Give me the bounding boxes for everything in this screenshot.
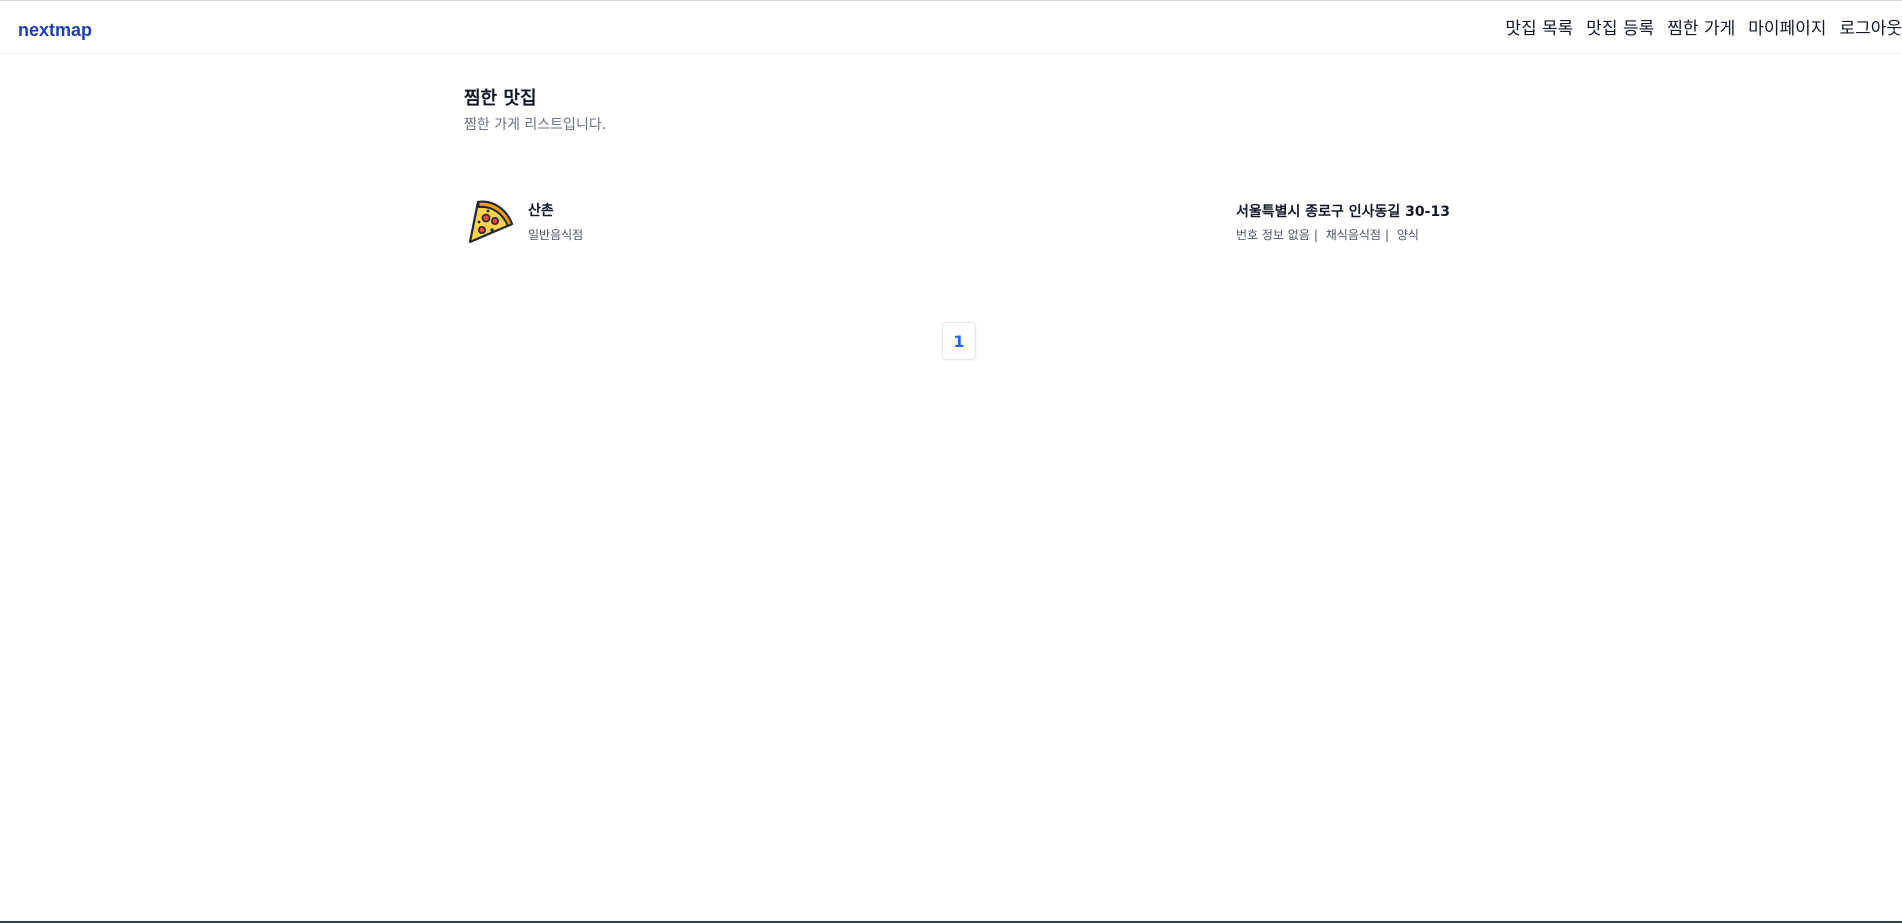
pizza-icon — [468, 200, 514, 244]
store-name: 산촌 — [528, 203, 554, 219]
nav-item-mypage[interactable]: 마이페이지 — [1748, 18, 1826, 40]
nav-item-liked-stores[interactable]: 찜한 가게 — [1667, 18, 1735, 40]
page-button-1[interactable]: 1 — [942, 322, 976, 360]
navbar: nextmap 맛집 목록 맛집 등록 찜한 가게 마이페이지 로그아웃 — [0, 1, 1902, 54]
separator: | — [1313, 228, 1318, 242]
logo[interactable]: nextmap — [18, 19, 92, 41]
page-subtitle: 찜한 가게 리스트입니다. — [464, 117, 607, 133]
nav-item-register-restaurant[interactable]: 맛집 등록 — [1586, 18, 1654, 40]
nav-item-logout[interactable]: 로그아웃 — [1839, 18, 1902, 40]
nav-item-restaurant-list[interactable]: 맛집 목록 — [1505, 18, 1573, 40]
separator: | — [1384, 228, 1389, 242]
pagination: 1 — [942, 322, 976, 360]
nav-menu: 맛집 목록 맛집 등록 찜한 가게 마이페이지 로그아웃 — [1492, 18, 1902, 40]
store-address: 서울특별시 종로구 인사동길 30-13 — [1236, 204, 1450, 220]
store-food-type: 채식음식점 — [1325, 228, 1381, 242]
store-category: 일반음식점 — [528, 228, 584, 242]
store-cuisine: 양식 — [1396, 228, 1419, 242]
page-title: 찜한 맛집 — [464, 88, 537, 109]
store-phone: 번호 정보 없음 — [1236, 228, 1310, 242]
store-meta: 번호 정보 없음 | 채식음식점 | 양식 — [1236, 227, 1423, 243]
store-list-item[interactable]: 산촌 일반음식점 서울특별시 종로구 인사동길 30-13 번호 정보 없음 | … — [464, 196, 1464, 252]
